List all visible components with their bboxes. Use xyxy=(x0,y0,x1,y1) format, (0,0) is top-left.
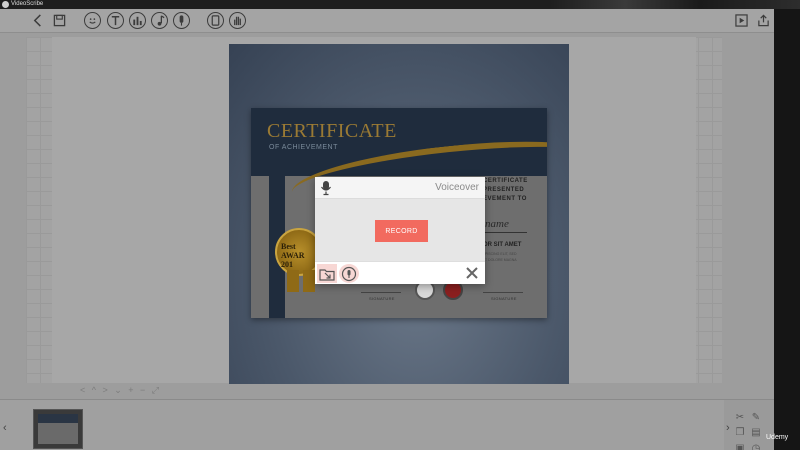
certificate-right-line: EVEMENT TO xyxy=(483,196,527,202)
certificate-body-line: T DOLORE MAGNA xyxy=(485,258,517,262)
certificate-body-line: PISCING ELIT, SED xyxy=(485,252,517,256)
close-x-icon xyxy=(466,267,478,279)
timeline-prev-icon[interactable]: ‹ xyxy=(3,422,7,434)
paste-icon[interactable]: ▣ xyxy=(734,443,746,450)
add-text-button[interactable] xyxy=(107,12,124,29)
copy-icon[interactable]: ❐ xyxy=(734,427,746,439)
signature-line-left xyxy=(361,292,401,293)
microphone-icon xyxy=(179,15,184,26)
timeline-tools-panel xyxy=(724,400,774,450)
canvas-zoom-controls[interactable]: < ^ > ⌄ + − ⤢ xyxy=(80,385,161,396)
folder-import-icon xyxy=(319,268,335,281)
udemy-watermark: Udemy xyxy=(766,434,789,441)
medal-ribbon xyxy=(287,270,299,292)
certificate-name-line xyxy=(483,232,527,233)
signature-label-right: SIGNATURE xyxy=(491,296,517,301)
text-t-icon xyxy=(111,16,120,26)
share-upload-icon xyxy=(758,14,769,27)
add-voiceover-button[interactable] xyxy=(173,12,190,29)
certificate-subtitle: OF ACHIEVEMENT xyxy=(269,144,338,151)
music-note-icon xyxy=(157,15,165,26)
medal-ribbon xyxy=(303,270,315,292)
record-button[interactable]: RECORD xyxy=(375,220,428,242)
voiceover-dialog-title: Voiceover xyxy=(435,182,479,193)
app-logo-icon xyxy=(2,1,9,8)
page-icon xyxy=(211,15,220,26)
taskbar-strip xyxy=(550,0,800,9)
signature-line-right xyxy=(483,292,523,293)
publish-button[interactable] xyxy=(755,12,772,29)
close-dialog-button[interactable] xyxy=(464,265,480,281)
certificate-body-heading: OR SIT AMET xyxy=(483,242,522,248)
medal-text: Best AWAR 201 xyxy=(281,242,305,269)
timeline-next-icon[interactable]: › xyxy=(726,422,730,434)
signature-label-left: SIGNATURE xyxy=(369,296,395,301)
voiceover-dialog-footer xyxy=(315,261,485,284)
edit-icon[interactable]: ✎ xyxy=(750,412,762,424)
timeline-thumbnail[interactable] xyxy=(33,409,83,449)
play-button[interactable] xyxy=(733,12,750,29)
hand-icon xyxy=(234,16,241,26)
save-button[interactable] xyxy=(51,12,68,29)
timer-icon[interactable]: ◷ xyxy=(750,443,762,450)
hand-button[interactable] xyxy=(229,12,246,29)
add-music-button[interactable] xyxy=(151,12,168,29)
timeline-bar: ‹ › ✂ ✎ ❐ ▤ ▣ ◷ xyxy=(0,399,774,450)
right-edge-strip xyxy=(774,9,800,450)
cut-icon[interactable]: ✂ xyxy=(734,412,746,424)
voiceover-dialog-header: Voiceover xyxy=(315,177,485,199)
bar-chart-icon xyxy=(133,16,142,26)
layers-icon[interactable]: ▤ xyxy=(750,427,762,439)
add-chart-button[interactable] xyxy=(129,12,146,29)
window-title: VideoScribe xyxy=(11,1,44,7)
microphone-icon xyxy=(321,181,331,196)
play-icon xyxy=(735,14,748,27)
certificate-right-line: PRESENTED xyxy=(483,187,525,193)
smiley-icon xyxy=(89,18,96,24)
save-disk-icon xyxy=(53,14,66,27)
certificate-recipient-name: name xyxy=(485,218,509,230)
medal-text-line: Best xyxy=(281,242,296,251)
voice-record-icon xyxy=(341,266,357,281)
medal-text-line: 201 xyxy=(281,260,293,269)
top-toolbar xyxy=(0,9,774,33)
add-image-button[interactable] xyxy=(84,12,101,29)
background-button[interactable] xyxy=(207,12,224,29)
certificate-title: CERTIFICATE xyxy=(267,120,397,142)
import-audio-button[interactable] xyxy=(317,264,337,283)
back-button[interactable] xyxy=(30,12,47,29)
voiceover-dialog: Voiceover RECORD xyxy=(315,177,485,284)
thumbnail-band xyxy=(38,414,78,423)
medal-text-line: AWAR xyxy=(281,251,305,260)
back-arrow-icon xyxy=(33,14,41,27)
window-titlebar: VideoScribe xyxy=(0,0,800,9)
certificate-right-line: CERTIFICATE xyxy=(483,178,528,184)
voice-record-button[interactable] xyxy=(339,264,359,283)
